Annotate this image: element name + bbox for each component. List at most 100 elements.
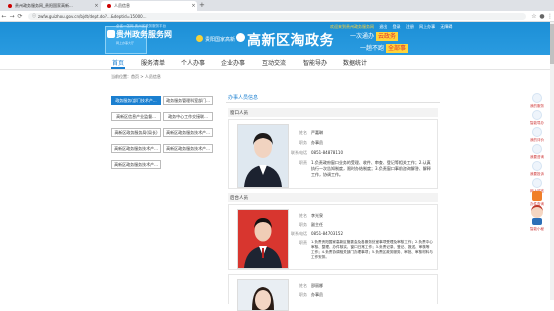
dept-menu-item[interactable]: 高新区政务服务局(局长): [111, 128, 161, 137]
logout-link[interactable]: 退出: [379, 24, 387, 29]
staff-duty: 1.负责政府窗口业务的受理、收件、审查、登记等相关工作；2.认真执行一次告知制度…: [311, 160, 431, 177]
service-icon: [532, 93, 542, 103]
welcome-text: 欢迎来到贵州政务服务网: [330, 24, 374, 29]
staff-photo: [237, 124, 289, 188]
dept-menu-item[interactable]: 政务服务管理科室部门...: [163, 96, 213, 105]
new-tab-icon[interactable]: +: [199, 1, 205, 9]
back-icon[interactable]: ←: [0, 13, 8, 20]
register-link[interactable]: 注册: [406, 24, 414, 29]
complaint-icon: [532, 161, 542, 171]
forward-icon[interactable]: →: [8, 13, 16, 20]
reload-icon[interactable]: ⟳: [16, 13, 24, 20]
consult-icon: [532, 144, 542, 154]
field-label: 职务: [299, 292, 307, 297]
nav-personal[interactable]: 个人办事: [181, 58, 205, 67]
dept-menu-item[interactable]: 高新区信息产业监督...: [111, 112, 161, 121]
assistant-mascot-icon: [531, 205, 543, 225]
nav-home[interactable]: 首页: [112, 58, 124, 67]
dept-menu-item[interactable]: 政务中心工作交接联...: [163, 112, 213, 121]
slogan-line1-text: 一次通办: [350, 33, 375, 40]
staff-position: 办事员: [311, 292, 323, 297]
logo-title: 贵州政务服务网: [116, 30, 172, 39]
float-label: 智能小秘: [530, 227, 544, 231]
menu-icon[interactable]: ⋮: [546, 13, 554, 20]
accessibility-link[interactable]: 无障碍: [440, 24, 452, 29]
staff-position: 办事员: [311, 140, 323, 145]
staff-photo: [237, 209, 289, 269]
browser-tab-1[interactable]: 贵州政务服务网_贵阳国家高新... ×: [2, 1, 100, 11]
float-assistant[interactable]: 智能小秘: [525, 204, 549, 232]
float-label: 我的服务: [530, 104, 544, 108]
site-favicon-icon: [107, 4, 111, 8]
dept-menu-item[interactable]: 高新区政务服务技术产...: [111, 144, 161, 153]
nav-service-list[interactable]: 服务清单: [141, 58, 165, 67]
nav-active-indicator: [111, 67, 125, 69]
float-complaint[interactable]: 我要投诉: [525, 161, 549, 177]
star-icon[interactable]: ☆: [530, 13, 538, 20]
site-favicon-icon: [8, 4, 12, 8]
slogan-line2-text: 一趟不跑: [360, 45, 385, 52]
staff-position: 副主任: [311, 222, 323, 227]
nav-interaction[interactable]: 互动交流: [262, 58, 286, 67]
float-my-service[interactable]: 我的服务: [525, 93, 549, 109]
profile-icon[interactable]: ●: [538, 13, 546, 20]
query-icon: [532, 191, 542, 201]
banner-slogan-line1: 一次通办 云政务: [350, 31, 398, 41]
tab-title: 人员信息: [114, 3, 130, 8]
close-tab-icon[interactable]: ×: [93, 3, 100, 9]
url-input[interactable]: ⓘ zwfw.guizhou.gov.cn/bjdt/dept.do?...&d…: [28, 12, 526, 20]
staff-name: 李光泉: [311, 213, 323, 218]
staff-card: 姓名 李光泉 职务 副主任 联系电话 0851-84703152 职责 1.负责…: [228, 204, 438, 270]
float-smart-guide[interactable]: 智能导办: [525, 110, 549, 126]
hightech-emblem-icon: [236, 33, 245, 42]
field-label: 联系电话: [291, 150, 307, 155]
nav-statistics[interactable]: 数据统计: [343, 58, 367, 67]
staff-name: 严嘉琳: [311, 130, 323, 135]
guide-icon: [532, 110, 542, 120]
section-heading-window-staff: 窗口人员: [228, 108, 438, 117]
slogan-line2-highlight: 全部事: [385, 44, 408, 53]
nav-smart-guide[interactable]: 智能导办: [303, 58, 327, 67]
staff-duty: 1.负责贵阳国家高新区管委会及各服务处室事项受理及审核工作；2.负责中心审核、整…: [311, 240, 433, 259]
region-name[interactable]: 贵阳国家高新: [205, 36, 235, 43]
float-label: 我要投诉: [530, 172, 544, 176]
content-divider: [226, 102, 440, 103]
field-label: 职责: [299, 240, 307, 245]
field-label: 姓名: [299, 283, 307, 288]
field-label: 联系电话: [291, 231, 307, 236]
login-link[interactable]: 登录: [393, 24, 401, 29]
logo-caption: 网上办事大厅: [116, 41, 135, 45]
float-label: 我的评价: [530, 138, 544, 142]
field-label: 职务: [299, 140, 307, 145]
nav-enterprise[interactable]: 企业办事: [221, 58, 245, 67]
dept-menu-item[interactable]: 高新区政务服务技术产...: [163, 128, 213, 137]
field-label: 职责: [299, 160, 307, 165]
staff-name: 邵丽娜: [311, 283, 323, 288]
float-label: 智能导办: [530, 121, 544, 125]
staff-photo: [237, 279, 289, 311]
message-icon: [532, 178, 542, 188]
breadcrumb: 当前位置：首页 > 人员信息: [111, 74, 161, 79]
banner-slogan: 高新区淘政务: [247, 33, 334, 49]
dept-menu-item[interactable]: 高新区政务服务技术产...: [111, 160, 161, 169]
top-links: 欢迎来到贵州政务服务网 退出 登录 注册 网上办事 无障碍: [330, 24, 456, 30]
float-consult[interactable]: 我要咨询: [525, 144, 549, 160]
scrollbar-thumb[interactable]: [550, 24, 554, 64]
dept-menu-item[interactable]: 政务服务(部门技术产...: [111, 96, 161, 105]
rating-icon: [532, 127, 542, 137]
staff-phone: 0851-84878110: [311, 150, 343, 155]
dept-menu-item[interactable]: 高新区政务服务技术产...: [163, 144, 213, 153]
field-label: 姓名: [299, 130, 307, 135]
url-text: zwfw.guizhou.gov.cn/bjdt/dept.do?...&dep…: [38, 13, 147, 19]
lock-icon: ⓘ: [32, 13, 36, 18]
browser-tab-bar: 贵州政务服务网_贵阳国家高新... × 人员信息 × +: [0, 0, 554, 11]
staff-phone: 0851-84703152: [311, 231, 343, 236]
browser-tab-2[interactable]: 人员信息 ×: [101, 1, 197, 11]
float-my-rating[interactable]: 我的评价: [525, 127, 549, 143]
online-service-link[interactable]: 网上办事: [419, 24, 435, 29]
section-heading-backend-staff: 后台人员: [228, 193, 438, 202]
banner-slogan-line2: 一趟不跑 全部事: [360, 43, 408, 53]
address-bar: ← → ⟳ ⓘ zwfw.guizhou.gov.cn/bjdt/dept.do…: [0, 11, 554, 22]
close-tab-icon[interactable]: ×: [190, 3, 197, 9]
slogan-line1-highlight: 云政务: [375, 32, 398, 41]
